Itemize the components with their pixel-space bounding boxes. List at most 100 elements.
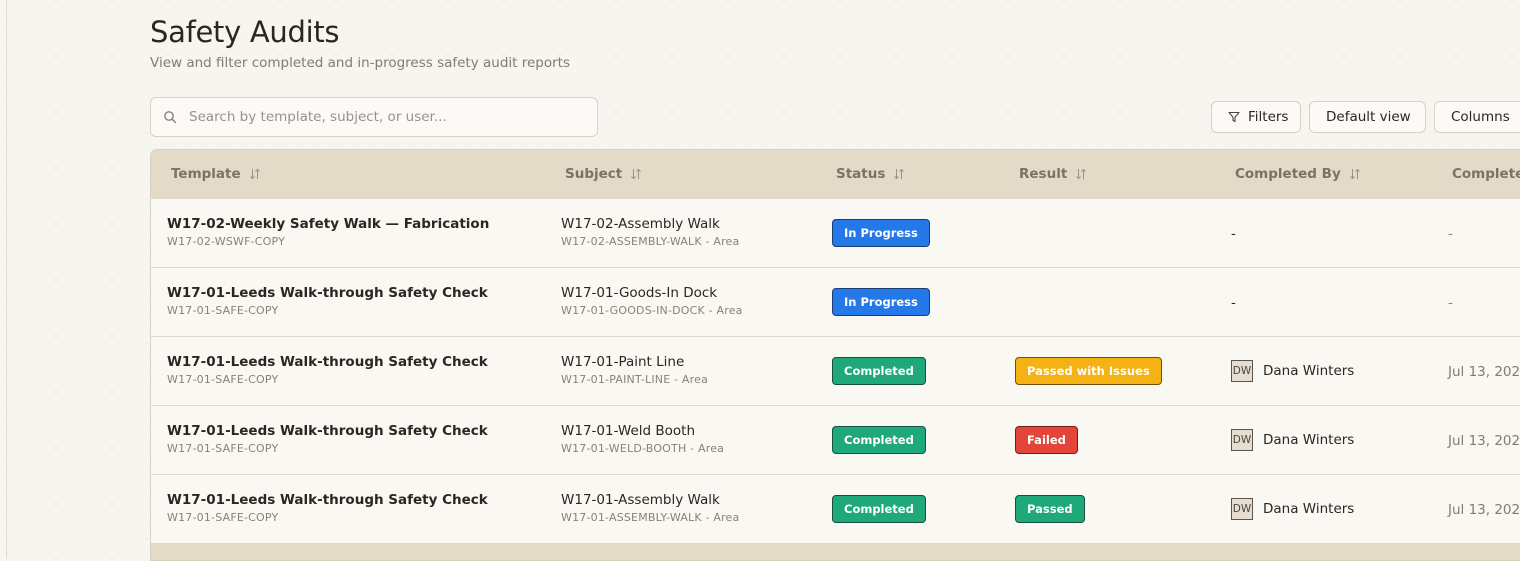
- template-code: W17-01-SAFE-COPY: [167, 511, 279, 525]
- template-name: W17-01-Leeds Walk-through Safety Check: [167, 354, 488, 370]
- subject-code: W17-01-ASSEMBLY-WALK - Area: [561, 511, 740, 525]
- completed-at-empty: -: [1448, 226, 1453, 242]
- user-chip: DW Dana Winters: [1231, 498, 1355, 521]
- search-box[interactable]: [150, 97, 598, 137]
- left-rail: [6, 0, 7, 559]
- avatar: DW: [1231, 429, 1253, 451]
- template-cell: W17-01-Leeds Walk-through Safety Check W…: [151, 267, 545, 336]
- template-name: W17-02-Weekly Safety Walk — Fabrication: [167, 216, 490, 232]
- user-name: Dana Winters: [1263, 501, 1355, 518]
- subject-name: W17-01-Paint Line: [561, 354, 685, 370]
- sort-icon[interactable]: [630, 168, 642, 180]
- result-badge: Passed: [1015, 494, 1085, 523]
- template-cell: W17-01-Leeds Walk-through Safety Check W…: [151, 336, 545, 405]
- filters-button-label: Filters: [1248, 109, 1289, 125]
- audits-table: Template Subject Status Result Completed…: [150, 149, 1520, 561]
- column-header-completed-by[interactable]: Completed By: [1215, 150, 1432, 198]
- table-row[interactable]: W17-01-Leeds Walk-through Safety Check W…: [151, 405, 1520, 474]
- status-badge: In Progress: [832, 287, 930, 316]
- default-view-button[interactable]: Default view: [1309, 101, 1426, 133]
- result-cell: Passed with Issues: [999, 336, 1215, 405]
- user-chip: DW Dana Winters: [1231, 429, 1354, 451]
- subject-cell: W17-01-Assembly Walk W17-01-ASSEMBLY-WAL…: [545, 474, 816, 543]
- completed-at-empty: -: [1448, 295, 1453, 311]
- search-input[interactable]: [187, 108, 591, 126]
- table-row[interactable]: W17-02-Weekly Safety Walk — Fabrication …: [151, 198, 1520, 267]
- user-name: Dana Winters: [1263, 363, 1355, 379]
- subject-code: W17-01-WELD-BOOTH - Area: [561, 442, 725, 455]
- status-cell: Completed: [816, 336, 999, 405]
- template-code: W17-01-SAFE-COPY: [167, 304, 279, 317]
- user-name: Dana Winters: [1263, 432, 1355, 448]
- table-header-row: Template Subject Status Result Completed…: [151, 150, 1520, 198]
- table-row[interactable]: W17-01-Leeds Walk-through Safety Check W…: [151, 474, 1520, 543]
- column-header-label: Template: [171, 165, 241, 182]
- subject-name: W17-01-Weld Booth: [561, 423, 696, 439]
- status-badge: Completed: [832, 494, 926, 523]
- column-header-status[interactable]: Status: [816, 150, 999, 198]
- subject-code: W17-02-ASSEMBLY-WALK - Area: [561, 235, 740, 248]
- columns-button-label: Columns: [1451, 109, 1510, 125]
- filters-button[interactable]: Filters: [1211, 101, 1301, 133]
- column-header-result[interactable]: Result: [999, 150, 1215, 198]
- subject-name: W17-02-Assembly Walk: [561, 216, 720, 232]
- column-header-label: Completed At: [1452, 165, 1520, 182]
- template-cell: W17-01-Leeds Walk-through Safety Check W…: [151, 405, 545, 474]
- completed-at-cell: -: [1432, 267, 1520, 336]
- subject-cell: W17-02-Assembly Walk W17-02-ASSEMBLY-WAL…: [545, 198, 816, 267]
- template-name: W17-01-Leeds Walk-through Safety Check: [167, 492, 488, 509]
- template-name: W17-01-Leeds Walk-through Safety Check: [167, 285, 488, 301]
- page-title: Safety Audits: [150, 15, 340, 49]
- status-cell: In Progress: [816, 198, 999, 267]
- subject-name: W17-01-Assembly Walk: [561, 492, 720, 509]
- column-header-label: Subject: [565, 165, 623, 182]
- template-name: W17-01-Leeds Walk-through Safety Check: [167, 423, 488, 439]
- page-subtitle: View and filter completed and in-progres…: [150, 55, 571, 71]
- completed-at-cell: -: [1432, 198, 1520, 267]
- completed-at-date: Jul 13, 2026 05:19: [1448, 364, 1520, 380]
- table-row[interactable]: W17-01-Leeds Walk-through Safety Check W…: [151, 267, 1520, 336]
- status-cell: In Progress: [816, 267, 999, 336]
- result-badge: Passed with Issues: [1015, 356, 1162, 385]
- search-icon: [163, 110, 177, 124]
- avatar: DW: [1231, 360, 1253, 382]
- status-cell: Completed: [816, 474, 999, 543]
- filter-icon: [1228, 111, 1240, 123]
- subject-cell: W17-01-Paint Line W17-01-PAINT-LINE - Ar…: [545, 336, 816, 405]
- completed-at-cell: Jul 13, 2026 05:19: [1432, 405, 1520, 474]
- result-cell: [999, 267, 1215, 336]
- completed-by-cell: -: [1215, 267, 1432, 336]
- default-view-button-label: Default view: [1326, 109, 1411, 125]
- subject-code: W17-01-GOODS-IN-DOCK - Area: [561, 304, 743, 317]
- completed-at-cell: Jul 13, 2026 05:19: [1432, 474, 1520, 543]
- result-cell: [999, 198, 1215, 267]
- template-code: W17-01-SAFE-COPY: [167, 373, 279, 386]
- completed-by-cell: DW Dana Winters: [1215, 474, 1432, 543]
- column-header-label: Result: [1019, 165, 1068, 182]
- column-header-template[interactable]: Template: [151, 150, 545, 198]
- column-header-label: Completed By: [1235, 165, 1341, 182]
- completed-by-cell: DW Dana Winters: [1215, 405, 1432, 474]
- table-row[interactable]: W17-01-Leeds Walk-through Safety Check W…: [151, 336, 1520, 405]
- columns-button[interactable]: Columns: [1434, 101, 1520, 133]
- column-header-subject[interactable]: Subject: [545, 150, 816, 198]
- template-code: W17-01-SAFE-COPY: [167, 442, 279, 455]
- result-badge: Failed: [1015, 425, 1078, 454]
- column-header-completed-at[interactable]: Completed At: [1432, 150, 1520, 198]
- column-header-label: Status: [836, 165, 886, 182]
- sort-icon[interactable]: [1349, 168, 1361, 180]
- template-cell: W17-02-Weekly Safety Walk — Fabrication …: [151, 198, 545, 267]
- status-badge: Completed: [832, 425, 926, 454]
- template-code: W17-02-WSWF-COPY: [167, 235, 286, 248]
- subject-cell: W17-01-Weld Booth W17-01-WELD-BOOTH - Ar…: [545, 405, 816, 474]
- sort-icon[interactable]: [1075, 168, 1087, 180]
- avatar: DW: [1231, 498, 1253, 521]
- user-chip: DW Dana Winters: [1231, 360, 1354, 382]
- sort-icon[interactable]: [249, 168, 261, 180]
- result-cell: Passed: [999, 474, 1215, 543]
- toolbar: Filters Default view Columns: [150, 97, 1520, 137]
- completed-by-cell: -: [1215, 198, 1432, 267]
- subject-code: W17-01-PAINT-LINE - Area: [561, 373, 709, 386]
- status-badge: In Progress: [832, 218, 930, 247]
- sort-icon[interactable]: [893, 168, 905, 180]
